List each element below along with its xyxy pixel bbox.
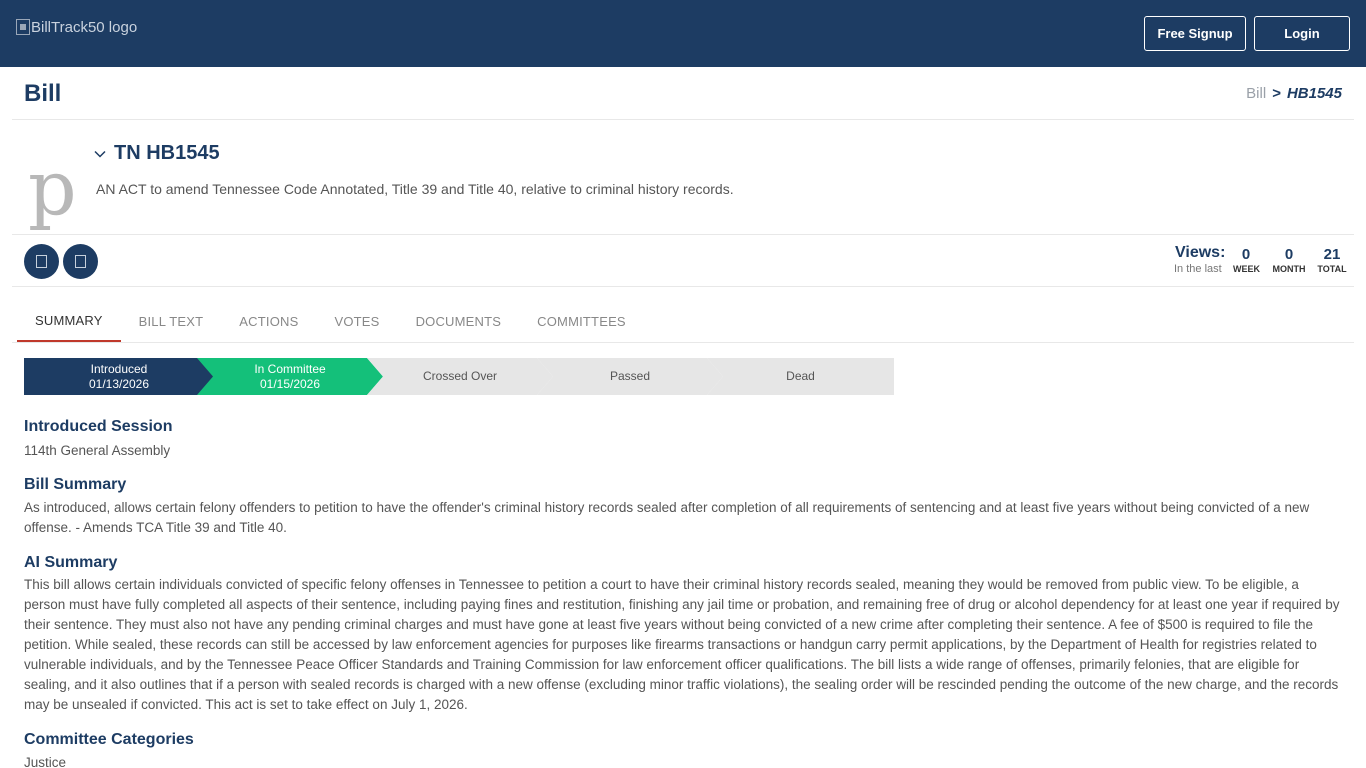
committee-categories-heading: Committee Categories [24, 731, 194, 748]
divider [12, 342, 1354, 343]
stage-label: In Committee [254, 361, 326, 376]
views-month: 0 MONTH [1269, 246, 1309, 274]
views-week-value: 0 [1241, 246, 1251, 263]
tab-votes[interactable]: VOTES [316, 300, 397, 342]
free-signup-button[interactable]: Free Signup [1144, 16, 1246, 51]
bill-description: AN ACT to amend Tennessee Code Annotated… [96, 181, 734, 197]
logo-alt-text: BillTrack50 logo [31, 18, 138, 36]
stage-date: 01/15/2026 [259, 376, 321, 391]
tab-actions[interactable]: ACTIONS [221, 300, 316, 342]
introduced-session-value: 114th General Assembly [24, 443, 171, 458]
bill-summary-heading: Bill Summary [24, 476, 127, 493]
views-label: Views: [1175, 244, 1226, 261]
views-month-label: MONTH [1272, 264, 1306, 274]
views-total: 21 TOTAL [1316, 246, 1348, 274]
tab-committees[interactable]: COMMITTEES [519, 300, 644, 342]
tab-summary[interactable]: SUMMARY [17, 300, 121, 342]
logo[interactable]: BillTrack50 logo [16, 17, 137, 37]
stage-dead: Dead [707, 358, 894, 395]
bill-header: TN HB1545 [94, 142, 220, 165]
tab-bill-text[interactable]: BILL TEXT [121, 300, 222, 342]
share-bill-button[interactable] [63, 244, 98, 279]
bill-tabs: SUMMARY BILL TEXT ACTIONS VOTES DOCUMENT… [17, 300, 644, 342]
breadcrumb-separator: > [1272, 85, 1281, 102]
login-button[interactable]: Login [1254, 16, 1350, 51]
breadcrumb-parent[interactable]: Bill [1246, 85, 1266, 102]
placeholder-icon [36, 255, 47, 268]
stage-label: Introduced [90, 361, 148, 376]
views-total-value: 21 [1323, 246, 1341, 263]
broken-image-icon [16, 19, 30, 35]
track-bill-button[interactable] [24, 244, 59, 279]
views-week: 0 WEEK [1233, 246, 1260, 274]
stage-passed: Passed [537, 358, 723, 395]
bill-progress-pipeline: Introduced 01/13/2026 In Committee 01/15… [24, 358, 894, 395]
divider [12, 234, 1354, 235]
ai-summary-text: This bill allows certain individuals con… [24, 577, 1340, 712]
chevron-down-icon[interactable] [94, 148, 106, 160]
tab-documents[interactable]: DOCUMENTS [398, 300, 520, 342]
placeholder-icon [75, 255, 86, 268]
stage-label: Dead [786, 369, 815, 383]
stage-label: Crossed Over [422, 369, 498, 383]
stage-date: 01/13/2026 [88, 376, 150, 391]
divider [12, 286, 1354, 287]
bill-image: p [28, 143, 77, 232]
bill-summary-text: As introduced, allows certain felony off… [24, 500, 1310, 535]
ai-summary-heading: AI Summary [24, 554, 118, 571]
breadcrumb-current: HB1545 [1286, 85, 1342, 102]
views-week-label: WEEK [1233, 264, 1260, 274]
divider [12, 119, 1354, 120]
committee-categories-value: Justice [24, 755, 67, 768]
introduced-session-heading: Introduced Session [24, 418, 173, 435]
stage-introduced: Introduced 01/13/2026 [24, 358, 214, 395]
page-title: Bill [24, 80, 62, 107]
breadcrumb: Bill > HB1545 [1246, 85, 1342, 102]
stage-crossed-over: Crossed Over [367, 358, 553, 395]
top-navbar: BillTrack50 logo Free Signup Login [0, 0, 1366, 67]
views-month-value: 0 [1284, 246, 1294, 263]
views-total-label: TOTAL [1317, 264, 1347, 274]
bill-id: TN HB1545 [114, 142, 220, 164]
views-sublabel: In the last [1174, 263, 1222, 275]
stage-in-committee: In Committee 01/15/2026 [197, 358, 383, 395]
stage-label: Passed [609, 369, 651, 383]
